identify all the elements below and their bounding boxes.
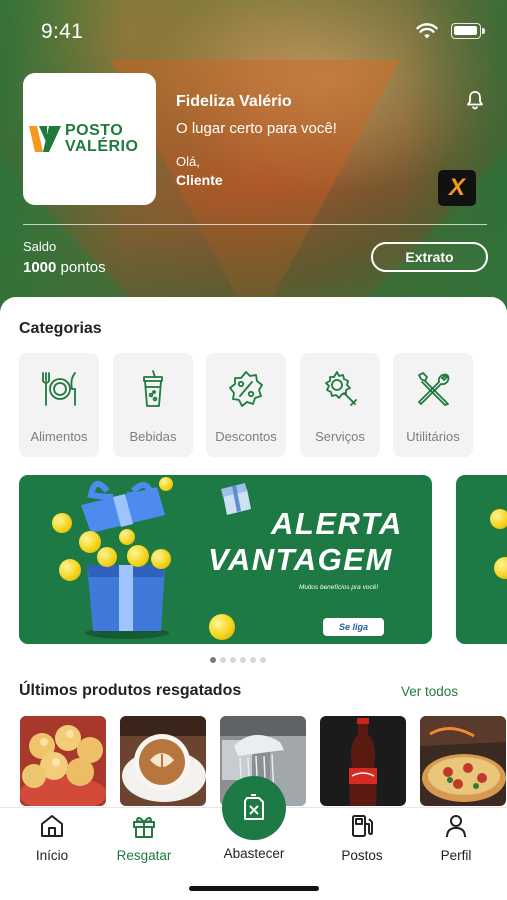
categories-title: Categorias — [19, 320, 102, 337]
coin-decoration — [119, 529, 135, 545]
user-icon — [446, 815, 466, 838]
nav-label: Resgatar — [116, 848, 172, 863]
product-cola[interactable] — [320, 716, 406, 806]
pizza-image — [420, 716, 506, 806]
banner-cta-button[interactable]: Se liga — [323, 618, 384, 636]
balance-value: 1000 pontos — [23, 259, 106, 276]
partner-badge[interactable]: X — [438, 170, 476, 206]
drink-cup-icon — [143, 370, 163, 407]
banner-title-line1: ALERTA — [271, 506, 403, 541]
user-name: Cliente — [176, 172, 223, 188]
fuel-fab-button[interactable] — [222, 776, 286, 840]
category-label: Serviços — [315, 429, 365, 444]
category-label: Bebidas — [129, 429, 177, 444]
fuel-can-icon — [244, 794, 264, 820]
coin-decoration — [97, 547, 117, 567]
nav-label-abastecer: Abastecer — [223, 846, 285, 861]
small-gift-decoration — [221, 483, 251, 515]
coin-decoration — [59, 559, 81, 581]
carousel-dot[interactable] — [260, 657, 266, 663]
content-sheet: Categorias Alimentos Bebidas Descontos S… — [0, 297, 507, 807]
home-indicator — [189, 886, 319, 891]
nav-resgatar[interactable]: Resgatar — [99, 808, 189, 868]
carousel-dots — [210, 657, 270, 663]
product-cappuccino[interactable] — [120, 716, 206, 806]
greeting: Olá, — [176, 154, 200, 169]
status-time: 9:41 — [41, 20, 84, 43]
program-title: Fideliza Valério — [176, 93, 292, 110]
category-label: Alimentos — [30, 429, 88, 444]
product-cheese-bread[interactable] — [20, 716, 106, 806]
logo-text-valerio: VALÉRIO — [65, 138, 139, 155]
program-tagline: O lugar certo para você! — [176, 120, 337, 137]
balance-amount: 1000 — [23, 259, 57, 276]
coin-decoration — [151, 549, 171, 569]
gas-station-icon — [352, 815, 373, 837]
carousel-dot[interactable] — [220, 657, 226, 663]
carousel-dot[interactable] — [210, 657, 216, 663]
category-bebidas[interactable]: Bebidas — [113, 353, 193, 457]
tools-icon — [418, 372, 450, 406]
products-title: Últimos produtos resgatados — [19, 682, 242, 699]
categories-list: Alimentos Bebidas Descontos Serviços Uti… — [19, 353, 507, 457]
home-icon — [41, 815, 63, 837]
coin-decoration — [79, 531, 101, 553]
coin-decoration — [159, 477, 173, 491]
statement-button[interactable]: Extrato — [371, 242, 488, 272]
hero-divider — [23, 224, 487, 225]
balance-unit: pontos — [60, 259, 106, 276]
promo-banner-next[interactable] — [456, 475, 507, 644]
category-servicos[interactable]: Serviços — [300, 353, 380, 457]
carousel-dot[interactable] — [250, 657, 256, 663]
banner-subtitle: Muitos benefícios pra você! — [299, 584, 379, 591]
cappuccino-image — [120, 716, 206, 806]
balance-label: Saldo — [23, 239, 57, 254]
coin-decoration — [490, 509, 507, 529]
category-alimentos[interactable]: Alimentos — [19, 353, 99, 457]
nav-inicio[interactable]: Início — [7, 808, 97, 868]
battery-icon — [451, 23, 485, 40]
see-all-link[interactable]: Ver todos — [401, 684, 458, 699]
banner-title-line2: VANTAGEM — [208, 542, 393, 577]
discount-badge-icon — [229, 371, 263, 407]
nav-label: Perfil — [440, 848, 472, 863]
promo-banner[interactable]: ALERTA VANTAGEM Muitos benefícios pra vo… — [19, 475, 432, 644]
cola-bottle-image — [320, 716, 406, 806]
notification-bell-icon[interactable] — [465, 90, 485, 110]
nav-perfil[interactable]: Perfil — [411, 808, 501, 868]
carousel-dot[interactable] — [230, 657, 236, 663]
status-bar: 9:41 — [0, 0, 507, 60]
gift-icon — [133, 816, 155, 838]
coin-decoration — [52, 513, 72, 533]
logo-mark-icon — [29, 126, 61, 152]
gear-wrench-icon — [325, 371, 357, 406]
category-label: Utilitários — [406, 429, 460, 444]
category-label: Descontos — [215, 429, 277, 444]
category-descontos[interactable]: Descontos — [206, 353, 286, 457]
cheese-bread-image — [20, 716, 106, 806]
category-utilitarios[interactable]: Utilitários — [393, 353, 473, 457]
nav-postos[interactable]: Postos — [317, 808, 407, 868]
coin-decoration — [127, 545, 149, 567]
brand-logo: POSTO VALÉRIO — [23, 73, 156, 205]
partner-badge-letter: X — [448, 174, 465, 201]
plate-cutlery-icon — [42, 372, 76, 406]
coin-decoration — [494, 557, 507, 579]
nav-label: Postos — [341, 848, 383, 863]
nav-label: Início — [35, 848, 69, 863]
logo-text-posto: POSTO — [65, 122, 124, 139]
coin-decoration — [209, 614, 235, 640]
wifi-icon — [416, 23, 438, 39]
product-pizza[interactable] — [420, 716, 506, 806]
carousel-dot[interactable] — [240, 657, 246, 663]
